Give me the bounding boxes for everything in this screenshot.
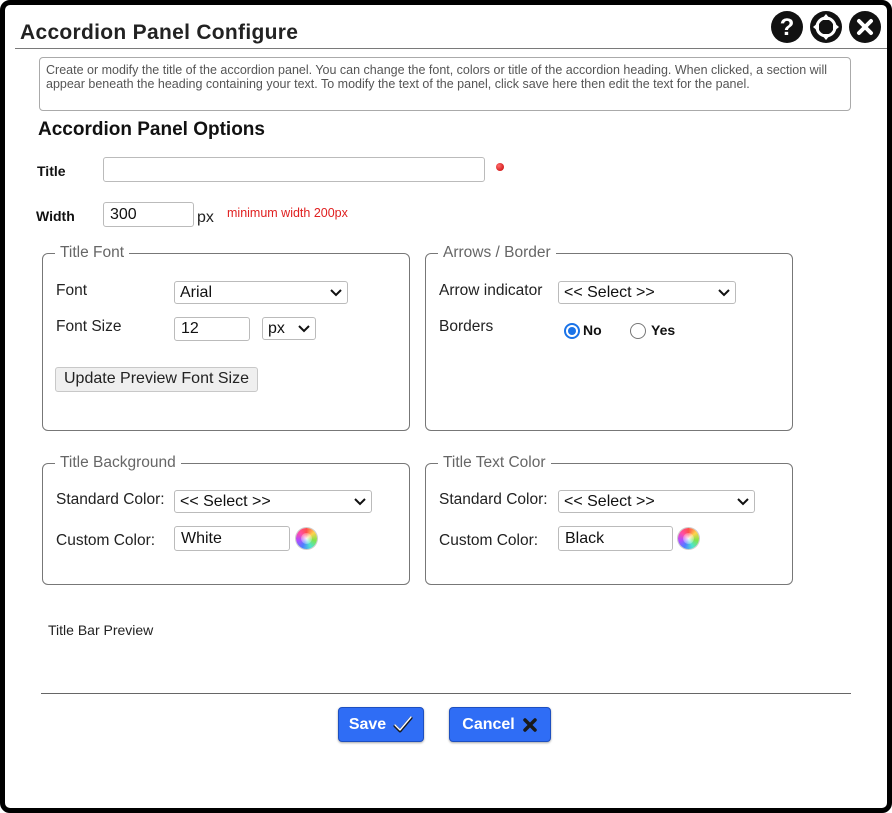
font-label: Font [56, 282, 88, 299]
borders-yes-label: Yes [651, 322, 676, 338]
help-icon[interactable]: ? [771, 11, 803, 43]
font-select-value: Arial [180, 283, 213, 301]
arrow-indicator-label: Arrow indicator [439, 282, 543, 299]
text-custom-color-label: Custom Color: [439, 532, 539, 549]
text-custom-color-input[interactable] [558, 526, 673, 551]
bg-standard-color-value: << Select >> [180, 492, 271, 510]
arrows-border-legend: Arrows / Border [438, 244, 556, 262]
font-select[interactable]: Arial [174, 281, 348, 304]
title-label: Title [37, 163, 66, 179]
font-size-unit-value: px [268, 319, 285, 337]
bg-standard-color-label: Standard Color: [56, 491, 165, 508]
color-picker-icon[interactable] [296, 528, 317, 549]
font-size-label: Font Size [56, 318, 122, 335]
close-icon[interactable] [849, 11, 881, 43]
color-picker-icon[interactable] [678, 528, 699, 549]
arrow-indicator-select[interactable]: << Select >> [558, 281, 736, 304]
title-bar-preview-label: Title Bar Preview [48, 622, 154, 638]
save-button-label: Save [348, 715, 387, 733]
checkmark-icon [393, 715, 413, 732]
borders-no-label: No [583, 322, 602, 338]
accordion-config-dialog: Accordion Panel Configure ? Create or mo… [0, 0, 892, 813]
title-divider [15, 48, 887, 49]
chevron-down-icon [298, 324, 310, 332]
title-text-color-legend: Title Text Color [438, 454, 551, 472]
title-background-group: Title Background Standard Color: << Sele… [42, 454, 410, 585]
title-input[interactable] [103, 157, 485, 182]
bg-standard-color-select[interactable]: << Select >> [174, 490, 372, 513]
font-size-input[interactable] [174, 317, 250, 341]
text-standard-color-value: << Select >> [564, 492, 655, 510]
close-x-glyph [857, 19, 873, 35]
arrows-border-group: Arrows / Border Arrow indicator << Selec… [425, 244, 793, 431]
font-size-unit-select[interactable]: px [262, 317, 316, 340]
bg-custom-color-input[interactable] [174, 526, 290, 551]
width-unit: px [197, 209, 214, 226]
width-hint: minimum width 200px [227, 206, 348, 220]
info-description: Create or modify the title of the accord… [39, 57, 851, 111]
options-heading: Accordion Panel Options [38, 119, 265, 140]
title-font-group: Title Font Font Arial Font Size px Updat… [42, 244, 410, 431]
save-button[interactable]: Save [338, 707, 424, 742]
width-input[interactable] [103, 202, 194, 227]
move-arrows-glyph [813, 14, 839, 40]
cancel-button-label: Cancel [462, 715, 515, 733]
footer-divider [41, 693, 851, 694]
borders-yes-radio[interactable] [630, 323, 646, 339]
update-preview-font-size-button[interactable]: Update Preview Font Size [55, 367, 258, 392]
text-standard-color-select[interactable]: << Select >> [558, 490, 755, 513]
title-background-legend: Title Background [55, 454, 181, 472]
bg-custom-color-label: Custom Color: [56, 532, 156, 549]
title-text-color-group: Title Text Color Standard Color: << Sele… [425, 454, 793, 585]
width-label: Width [36, 208, 75, 224]
chevron-down-icon [737, 497, 749, 505]
move-icon[interactable] [810, 11, 842, 43]
required-indicator [496, 163, 504, 171]
chevron-down-icon [330, 288, 342, 296]
arrow-indicator-value: << Select >> [564, 283, 655, 301]
cancel-button[interactable]: Cancel [449, 707, 551, 742]
text-standard-color-label: Standard Color: [439, 491, 548, 508]
svg-text:?: ? [780, 14, 795, 41]
chevron-down-icon [354, 497, 366, 505]
help-icon-glyph: ? [780, 14, 795, 41]
dialog-title: Accordion Panel Configure [20, 21, 299, 44]
chevron-down-icon [718, 288, 730, 296]
borders-no-radio[interactable] [564, 323, 580, 339]
cancel-x-icon [522, 717, 537, 732]
title-font-legend: Title Font [55, 244, 130, 262]
borders-label: Borders [439, 318, 494, 335]
